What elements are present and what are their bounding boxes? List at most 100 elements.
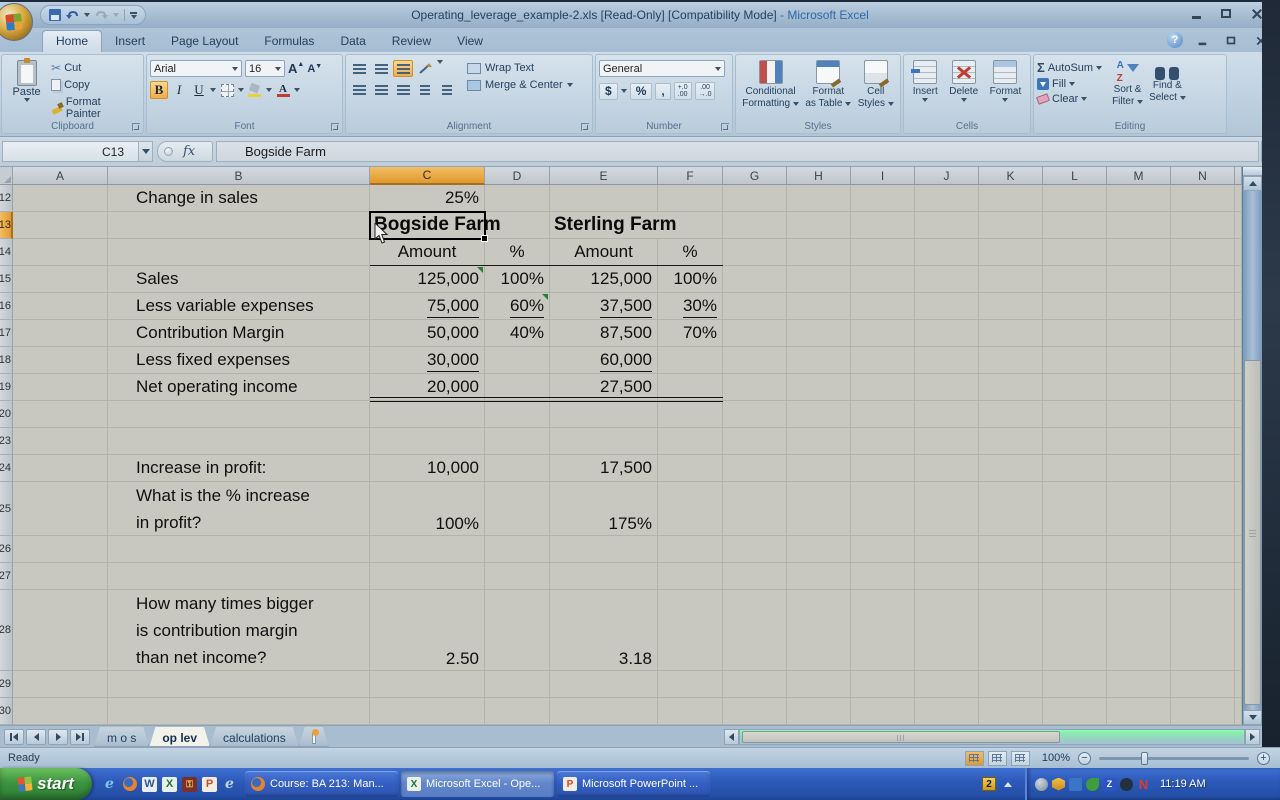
prev-sheet-button[interactable] [26,729,46,745]
col-header-I[interactable]: I [851,167,915,185]
task-button-firefox-course[interactable]: Course: BA 213: Man... [245,771,398,797]
tray-icon-6[interactable] [1120,778,1133,791]
horizontal-scroll-track[interactable] [739,729,1245,745]
merge-center-dropdown[interactable] [567,83,573,87]
row-header-25[interactable]: 25 [0,482,13,536]
top-align-button[interactable] [349,60,369,77]
cell-C17[interactable]: 50,000 [370,320,485,347]
col-header-H[interactable]: H [787,167,851,185]
cell-E24[interactable]: 17,500 [550,455,658,482]
font-size-select[interactable]: 16 [245,60,285,77]
scroll-up-button[interactable] [1243,176,1262,191]
row-header-27[interactable]: 27 [0,563,13,590]
horizontal-scrollbar[interactable] [724,728,1260,745]
copy-button[interactable]: Copy [48,78,140,92]
cell-A28[interactable] [13,590,108,671]
cell-D27[interactable] [485,563,550,590]
cell-D26[interactable] [485,536,550,563]
col-header-F[interactable]: F [658,167,723,185]
autosum-button[interactable]: ΣAutoSum [1037,60,1102,75]
col-header-A[interactable]: A [13,167,108,185]
tray-icon-4[interactable] [1086,778,1099,791]
accounting-format-button[interactable]: $ [599,83,618,100]
cell-styles-button[interactable]: Cell Styles [858,58,894,119]
cell-B13[interactable] [108,212,370,239]
cell-F23[interactable] [658,428,723,455]
cell-D30[interactable] [485,698,550,725]
cell-C12[interactable]: 25% [370,185,485,212]
col-header-E[interactable]: E [550,167,658,185]
cell-C24[interactable]: 10,000 [370,455,485,482]
increase-decimal-button[interactable]: +.0.00 [674,82,692,100]
col-header-J[interactable]: J [915,167,979,185]
decrease-indent-button[interactable] [415,81,435,98]
cells-GN-19[interactable] [723,374,1242,401]
start-button[interactable]: start [0,768,92,800]
cell-A25[interactable] [13,482,108,536]
cell-F18[interactable] [658,347,723,374]
first-sheet-button[interactable] [4,729,24,745]
font-color-dropdown[interactable] [294,88,300,92]
insert-cells-button[interactable]: Insert [913,58,938,119]
row-header-17[interactable]: 17 [0,320,13,347]
cell-D12[interactable] [485,185,550,212]
firefox-quicklaunch-icon[interactable] [122,777,137,792]
cell-A24[interactable] [13,455,108,482]
cell-A16[interactable] [13,293,108,320]
borders-dropdown[interactable] [238,88,244,92]
cell-B23[interactable] [108,428,370,455]
comma-style-button[interactable]: , [655,83,670,100]
tab-review[interactable]: Review [379,31,444,52]
zoom-level[interactable]: 100% [1042,752,1070,764]
cell-A27[interactable] [13,563,108,590]
tab-view[interactable]: View [444,31,496,52]
cell-A13[interactable] [13,212,108,239]
scroll-right-button[interactable] [1245,729,1260,745]
tray-icon-2[interactable] [1052,778,1065,791]
cells-GN-23[interactable] [723,428,1242,455]
row-header-19[interactable]: 19 [0,374,13,401]
workbook-minimize-button[interactable] [1194,34,1211,47]
cell-E30[interactable] [550,698,658,725]
cell-F15[interactable]: 100% [658,266,723,293]
zoom-out-button[interactable]: − [1078,752,1091,765]
vertical-scrollbar[interactable] [1242,167,1262,725]
cell-A15[interactable] [13,266,108,293]
cell-C20[interactable] [370,401,485,428]
cells-GN-17[interactable] [723,320,1242,347]
cell-F24[interactable] [658,455,723,482]
select-all-corner[interactable] [0,167,13,185]
cell-F25[interactable] [658,482,723,536]
col-header-M[interactable]: M [1107,167,1171,185]
workbook-restore-button[interactable] [1223,34,1240,47]
cell-B26[interactable] [108,536,370,563]
tray-icon-3[interactable] [1069,778,1082,791]
scroll-left-button[interactable] [724,729,739,745]
row-header-30[interactable]: 30 [0,698,13,725]
cell-E29[interactable] [550,671,658,698]
cell-A29[interactable] [13,671,108,698]
cell-F12[interactable] [658,185,723,212]
ie-quicklaunch-icon[interactable]: e [102,777,117,792]
cell-B16[interactable]: Less variable expenses [108,293,370,320]
cell-C27[interactable] [370,563,485,590]
cells-GN-25[interactable] [723,482,1242,536]
browser-quicklaunch-icon[interactable]: e [222,777,237,792]
zoom-slider-handle[interactable] [1141,752,1148,765]
cell-F26[interactable] [658,536,723,563]
cells-GN-29[interactable] [723,671,1242,698]
cell-B17[interactable]: Contribution Margin [108,320,370,347]
cell-C25[interactable]: 100% [370,482,485,536]
clipboard-dialog-launcher[interactable] [132,123,140,131]
font-dialog-launcher[interactable] [331,123,339,131]
cell-A17[interactable] [13,320,108,347]
cell-D16[interactable]: 60% [485,293,550,320]
cell-E12[interactable] [550,185,658,212]
page-layout-view-button[interactable] [988,751,1007,766]
underline-button[interactable]: U [190,81,208,99]
percent-style-button[interactable]: % [630,83,653,100]
cell-D24[interactable] [485,455,550,482]
increase-indent-button[interactable] [437,81,457,98]
row-header-12[interactable]: 12 [0,185,13,212]
cell-E26[interactable] [550,536,658,563]
